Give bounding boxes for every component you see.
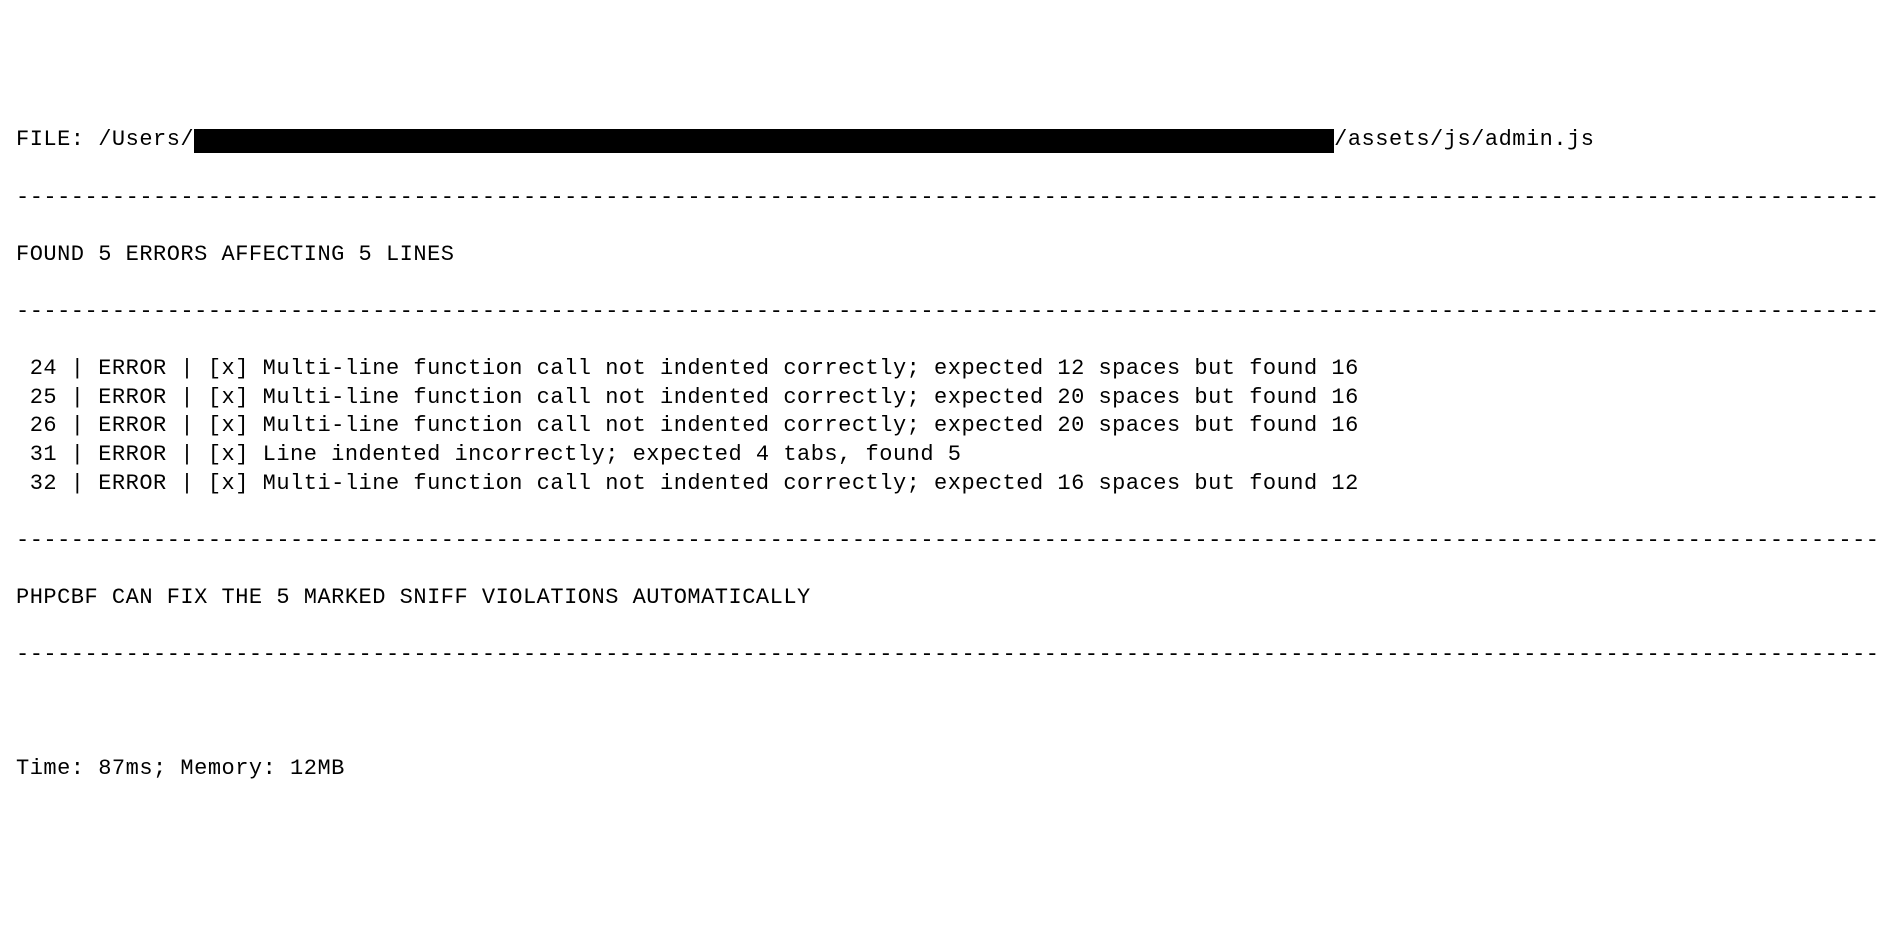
summary-line: FOUND 5 ERRORS AFFECTING 5 LINES — [16, 241, 1866, 270]
error-row: 31 | ERROR | [x] Line indented incorrect… — [16, 441, 1866, 470]
footer-stats: Time: 87ms; Memory: 12MB — [16, 755, 1866, 784]
file-path-prefix: /Users/ — [98, 126, 194, 155]
error-row: 26 | ERROR | [x] Multi-line function cal… — [16, 412, 1866, 441]
errors-list: 24 | ERROR | [x] Multi-line function cal… — [16, 355, 1866, 498]
fix-note: PHPCBF CAN FIX THE 5 MARKED SNIFF VIOLAT… — [16, 584, 1866, 613]
divider: ----------------------------------------… — [16, 184, 1866, 213]
error-row: 25 | ERROR | [x] Multi-line function cal… — [16, 384, 1866, 413]
error-row: 24 | ERROR | [x] Multi-line function cal… — [16, 355, 1866, 384]
divider: ----------------------------------------… — [16, 298, 1866, 327]
file-line: FILE: /Users/ /assets/js/admin.js — [16, 126, 1866, 155]
divider: ----------------------------------------… — [16, 641, 1866, 670]
file-label: FILE: — [16, 126, 98, 155]
redacted-path — [194, 129, 1334, 153]
blank-line — [16, 698, 1866, 727]
error-row: 32 | ERROR | [x] Multi-line function cal… — [16, 470, 1866, 499]
file-path-suffix: /assets/js/admin.js — [1334, 126, 1594, 155]
divider: ----------------------------------------… — [16, 527, 1866, 556]
